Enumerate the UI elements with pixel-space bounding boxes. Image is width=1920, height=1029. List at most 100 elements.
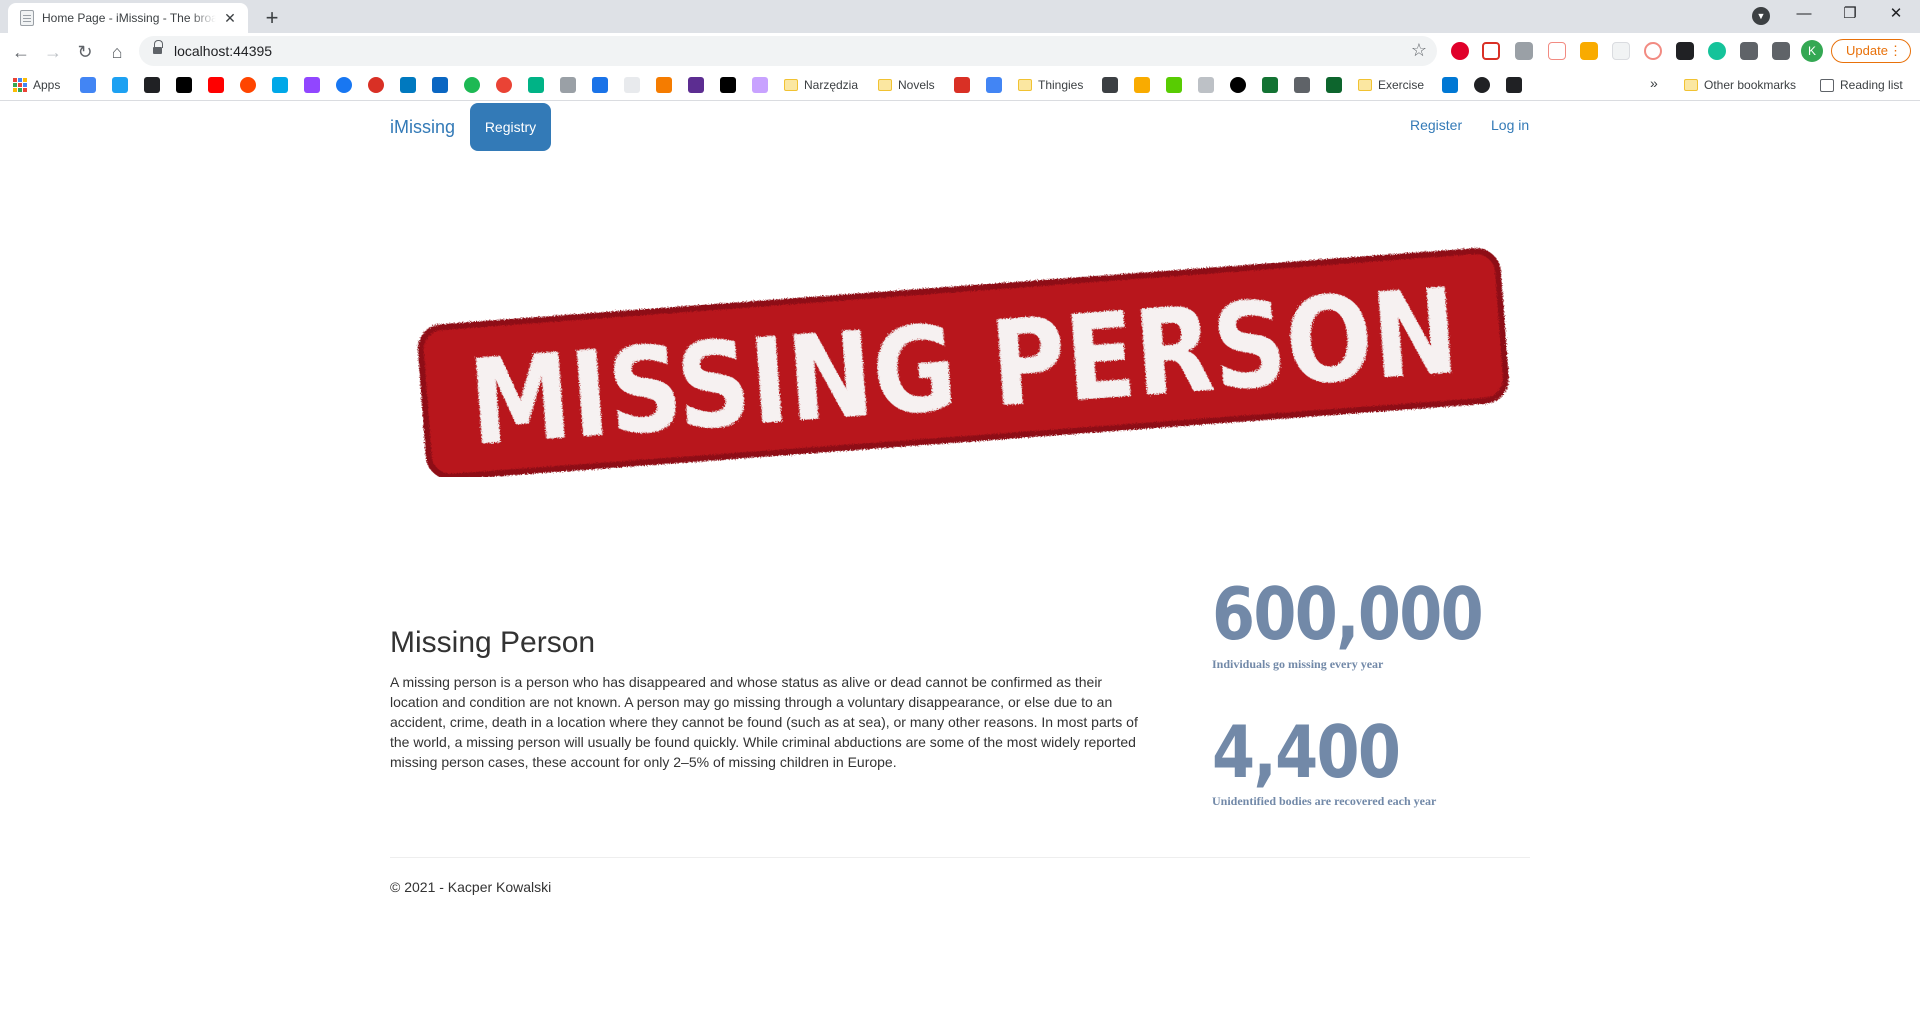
stat-value-unidentified: 4,400 [1212, 710, 1401, 794]
close-window-icon[interactable]: ✕ [1873, 0, 1919, 30]
url-text: localhost:44395 [174, 43, 273, 59]
bbc-bookmark-icon[interactable] [176, 77, 192, 93]
bookmark-other[interactable]: Other bookmarks [1684, 76, 1796, 94]
twitter-bookmark-icon[interactable] [112, 77, 128, 93]
forward-icon[interactable]: → [39, 38, 67, 66]
folder-icon [1684, 79, 1698, 91]
stat-caption-missing: Individuals go missing every year [1212, 657, 1384, 671]
bookmark-novels[interactable]: Novels [878, 76, 935, 94]
folder-icon [1358, 79, 1372, 91]
trello-bookmark-icon[interactable] [400, 77, 416, 93]
c-bookmark-icon[interactable] [1102, 77, 1118, 93]
green-bookmark-icon[interactable] [1262, 77, 1278, 93]
bookmark-apps[interactable]: Apps [13, 76, 60, 94]
close-tab-icon[interactable]: ✕ [222, 10, 238, 26]
more-bookmarks-icon[interactable]: » [1650, 75, 1658, 91]
tv-bookmark-icon[interactable] [272, 77, 288, 93]
linkedin-bookmark-icon[interactable] [432, 77, 448, 93]
tab-title: Home Page - iMissing - The broad [42, 11, 216, 25]
section-body: A missing person is a person who has dis… [390, 674, 1138, 770]
folder-icon [878, 79, 892, 91]
bookmark-label: Narzędzia [804, 78, 859, 92]
tripadvisor-bookmark-icon[interactable] [1230, 77, 1246, 93]
pikachu-bookmark-icon[interactable] [1134, 77, 1150, 93]
red-x-bookmark-icon[interactable] [954, 77, 970, 93]
red-circle-bookmark-icon[interactable] [496, 77, 512, 93]
apps-grid-icon [13, 78, 27, 92]
page-viewport: iMissing Registry Register Log in MISSIN… [0, 102, 1920, 1029]
home-icon[interactable]: ⌂ [103, 38, 131, 66]
honey-extension-icon[interactable] [1740, 42, 1758, 60]
reading-list-icon [1820, 78, 1834, 92]
bookmark-star-icon[interactable]: ☆ [1411, 40, 1427, 61]
reload-icon[interactable]: ↻ [71, 38, 99, 66]
arrow-bookmark-icon[interactable] [1506, 77, 1522, 93]
notes-extension-icon[interactable] [1580, 42, 1598, 60]
orange-bookmark-icon[interactable] [656, 77, 672, 93]
address-bar[interactable]: localhost:44395 ☆ [139, 36, 1437, 66]
reading-list[interactable]: Reading list [1820, 76, 1903, 94]
folder-icon [1018, 79, 1032, 91]
new-tab-button[interactable]: + [258, 5, 286, 33]
chart-bookmark-icon[interactable] [986, 77, 1002, 93]
counter-bookmark-icon[interactable] [368, 77, 384, 93]
chess-bookmark-icon[interactable] [1326, 77, 1342, 93]
gmail-extension-icon[interactable] [1482, 42, 1500, 60]
toggl-extension-icon[interactable] [1676, 42, 1694, 60]
notion-bookmark-icon[interactable] [720, 77, 736, 93]
main-content: Missing Person A missing person is a per… [390, 102, 1530, 1029]
violet-bookmark-icon[interactable] [752, 77, 768, 93]
info-bookmark-icon[interactable] [624, 77, 640, 93]
back-icon[interactable]: ← [7, 38, 35, 66]
folder-icon [784, 79, 798, 91]
footer-copyright: © 2021 - Kacper Kowalski [390, 879, 552, 895]
github-bookmark-icon[interactable] [1474, 77, 1490, 93]
helmet-bookmark-icon[interactable] [1294, 77, 1310, 93]
youtube-bookmark-icon[interactable] [208, 77, 224, 93]
bookmarks-bar: Apps Narzędzia Novels Thingies Exercise [0, 69, 1920, 101]
blank-extension-icon[interactable] [1612, 42, 1630, 60]
section-title: Missing Person [390, 626, 596, 659]
facebook-bookmark-icon[interactable] [336, 77, 352, 93]
cast-extension-icon[interactable] [1644, 42, 1662, 60]
bookmark-narzedzia[interactable]: Narzędzia [784, 76, 858, 94]
stat-value-missing: 600,000 [1212, 572, 1484, 656]
bookmark-label: Novels [898, 78, 935, 92]
reddit-bookmark-icon[interactable] [240, 77, 256, 93]
update-button[interactable]: Update ⋮ [1831, 39, 1911, 63]
purple-bookmark-icon[interactable] [688, 77, 704, 93]
screen-extension-icon[interactable] [1515, 42, 1533, 60]
s-bookmark-icon[interactable] [144, 77, 160, 93]
grammarly-extension-icon[interactable] [1708, 42, 1726, 60]
bookmark-label: Apps [33, 78, 61, 92]
stat-caption-unidentified: Unidentified bodies are recovered each y… [1212, 794, 1437, 808]
browser-tab-active[interactable]: Home Page - iMissing - The broad ✕ [8, 3, 248, 33]
s-blue-bookmark-icon[interactable] [592, 77, 608, 93]
calendar-extension-icon[interactable] [1548, 42, 1566, 60]
spotify-bookmark-icon[interactable] [464, 77, 480, 93]
twitch-bookmark-icon[interactable] [304, 77, 320, 93]
bank-bookmark-icon[interactable] [560, 77, 576, 93]
google-bookmark-icon[interactable] [80, 77, 96, 93]
puzzle-extensions-icon[interactable] [1772, 42, 1790, 60]
teal-bookmark-icon[interactable] [528, 77, 544, 93]
lock-icon [153, 40, 163, 56]
bookmark-label: Reading list [1840, 78, 1903, 92]
bookmark-label: Exercise [1378, 78, 1425, 92]
bookmark-label: Thingies [1038, 78, 1084, 92]
footer-divider [390, 857, 1530, 858]
outlook-bookmark-icon[interactable] [1442, 77, 1458, 93]
bookmark-exercise[interactable]: Exercise [1358, 76, 1424, 94]
bookmark-label: Other bookmarks [1704, 78, 1797, 92]
bookmark-thingies[interactable]: Thingies [1018, 76, 1083, 94]
profile-avatar[interactable]: K [1801, 40, 1823, 62]
browser-tabstrip: Home Page - iMissing - The broad ✕ + ▼ —… [0, 0, 1920, 33]
grey-bookmark-icon[interactable] [1198, 77, 1214, 93]
restore-icon[interactable]: ❐ [1827, 0, 1873, 30]
duolingo-bookmark-icon[interactable] [1166, 77, 1182, 93]
opera-extension-icon[interactable] [1451, 42, 1469, 60]
page-favicon-icon [20, 10, 34, 26]
tab-search-icon[interactable]: ▼ [1752, 7, 1770, 25]
minimize-icon[interactable]: — [1781, 0, 1827, 30]
browser-toolbar: ← → ↻ ⌂ localhost:44395 ☆ [0, 33, 1920, 69]
